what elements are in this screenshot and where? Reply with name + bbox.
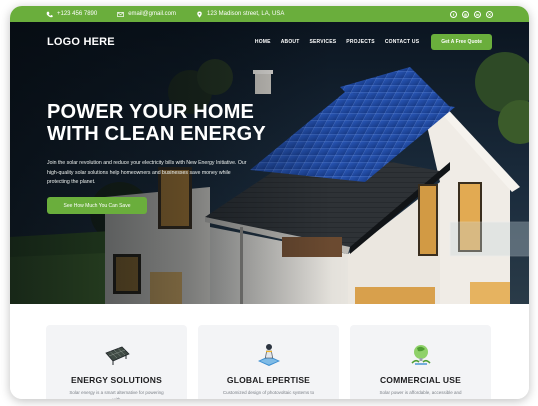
phone-icon (46, 11, 53, 17)
card-description: Customized design of photovoltaic system… (222, 390, 315, 395)
nav-item-about[interactable]: ABOUT (281, 39, 300, 45)
card-title: ENERGY SOLUTIONS (71, 375, 162, 385)
hero-description: Join the solar revolution and reduce you… (47, 160, 247, 185)
service-card-expertise[interactable]: GLOBAL EPERTISE Customized design of pho… (198, 325, 339, 399)
service-card-commercial[interactable]: COMMERCIAL USE Solar power is affordable… (350, 325, 491, 399)
hero-title-line-1: POWER YOUR HOME (47, 101, 255, 123)
top-info-bar: +123 456 7890 email@gmail.com 123 Madiso… (10, 6, 529, 22)
savings-button[interactable]: See How Much You Can Save (47, 197, 147, 214)
card-description: Solar energy is a smart alternative for … (69, 390, 164, 399)
facebook-icon[interactable]: f (450, 10, 457, 18)
phone-info[interactable]: +123 456 7890 (46, 11, 97, 18)
address-info: 123 Madison street, LA, USA (196, 11, 284, 18)
solar-panel-icon (104, 346, 130, 365)
card-title: GLOBAL EPERTISE (226, 375, 311, 385)
hero-title-line-2: WITH CLEAN ENERGY (47, 123, 266, 145)
nav-item-contact[interactable]: CONTACT US (385, 39, 419, 45)
main-navigation: LOGO HERE HOME ABOUT SERVICES PROJECTS C… (10, 22, 529, 62)
site-logo[interactable]: LOGO HERE (47, 36, 115, 48)
social-links: f ◎ in ✕ (450, 10, 493, 18)
service-card-energy[interactable]: ENERGY SOLUTIONS Solar energy is a smart… (46, 325, 187, 399)
nav-item-home[interactable]: HOME (255, 39, 271, 45)
hero-section: LOGO HERE HOME ABOUT SERVICES PROJECTS C… (10, 22, 529, 304)
email-info[interactable]: email@gmail.com (117, 11, 176, 18)
location-pin-icon (197, 11, 202, 18)
eco-energy-icon (410, 345, 431, 365)
card-description: Solar power is affordable, accessible an… (379, 390, 462, 395)
instagram-icon[interactable]: ◎ (462, 10, 469, 18)
email-text: email@gmail.com (128, 11, 176, 17)
browser-frame: +123 456 7890 email@gmail.com 123 Madiso… (10, 6, 529, 399)
card-title: COMMERCIAL USE (379, 375, 462, 385)
hero-title: POWER YOUR HOME WITH CLEAN ENERGY (47, 101, 266, 145)
mail-icon (117, 11, 125, 17)
nav-item-services[interactable]: SERVICES (309, 39, 336, 45)
x-icon[interactable]: ✕ (486, 10, 493, 18)
free-quote-button[interactable]: Get A Free Quote (431, 34, 492, 50)
engineer-icon (257, 344, 280, 366)
linkedin-icon[interactable]: in (474, 10, 481, 18)
address-text: 123 Madison street, LA, USA (207, 11, 285, 17)
services-section: ENERGY SOLUTIONS Solar energy is a smart… (10, 304, 529, 399)
nav-menu: HOME ABOUT SERVICES PROJECTS CONTACT US (255, 39, 419, 45)
phone-text: +123 456 7890 (57, 11, 98, 17)
nav-item-projects[interactable]: PROJECTS (346, 39, 375, 45)
